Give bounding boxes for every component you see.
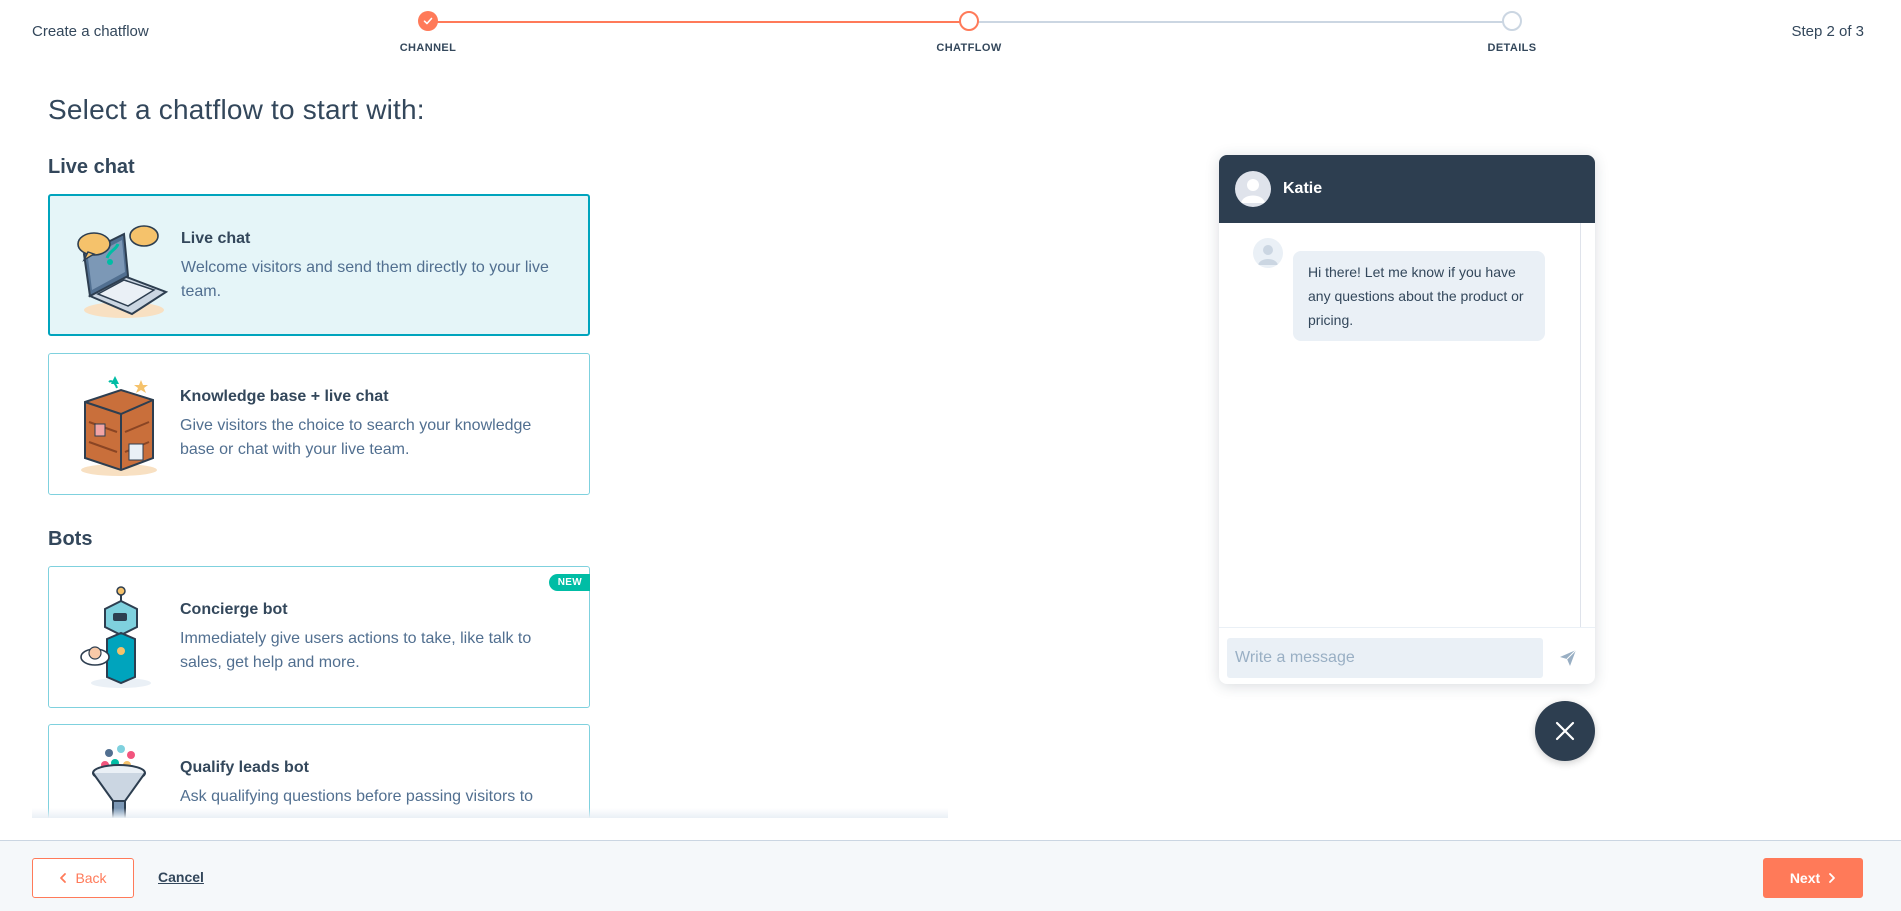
new-badge: NEW: [548, 574, 590, 591]
step-counter: Step 2 of 3: [1791, 23, 1864, 40]
chatflow-card-knowledge-base[interactable]: Knowledge base + live chat Give visitors…: [48, 353, 590, 495]
send-icon[interactable]: [1558, 648, 1578, 668]
chat-messages: Hi there! Let me know if you have any qu…: [1219, 223, 1595, 627]
step-details-pending-icon: [1502, 11, 1522, 31]
back-button-label: Back: [75, 870, 107, 886]
progress-stepper: CHANNEL CHATFLOW DETAILS: [400, 11, 1536, 61]
chat-scrollbar: [1580, 223, 1581, 627]
message-input[interactable]: [1227, 638, 1543, 678]
next-button[interactable]: Next: [1763, 858, 1863, 898]
next-button-label: Next: [1789, 870, 1821, 886]
back-button[interactable]: Back: [32, 858, 134, 898]
card-title: Knowledge base + live chat: [180, 388, 389, 405]
step-label-chatflow: CHATFLOW: [936, 42, 1002, 54]
section-title-live-chat: Live chat: [48, 156, 135, 178]
agent-avatar-icon: [1235, 171, 1271, 207]
chat-header: Katie: [1219, 155, 1595, 223]
stepper-remaining-line: [969, 21, 1512, 23]
step-label-details: DETAILS: [1487, 42, 1537, 54]
chevron-right-icon: [1829, 873, 1836, 883]
page-title: Select a chatflow to start with:: [48, 94, 425, 125]
step-label-channel: CHANNEL: [399, 42, 457, 54]
agent-name: Katie: [1283, 180, 1323, 197]
chatflow-card-concierge-bot[interactable]: NEW Concierge bot Immediately give users…: [48, 566, 590, 708]
chatflow-card-qualify-leads-bot[interactable]: Qualify leads bot Ask qualifying questio…: [48, 724, 590, 818]
laptop-chat-illustration-icon: [72, 214, 172, 320]
close-chat-button[interactable]: [1535, 701, 1595, 761]
robot-illustration-icon: [71, 585, 171, 691]
chat-widget-preview: Katie Hi there! Let me know if you have …: [1219, 155, 1595, 684]
cancel-link[interactable]: Cancel: [158, 869, 204, 885]
card-title: Qualify leads bot: [180, 759, 309, 776]
step-channel-complete-icon: [418, 11, 438, 31]
card-description: Welcome visitors and send them directly …: [181, 259, 549, 300]
section-title-bots: Bots: [48, 528, 93, 550]
wizard-footer: Back Cancel Next: [0, 840, 1901, 911]
welcome-message: Hi there! Let me know if you have any qu…: [1293, 251, 1545, 341]
card-title: Live chat: [181, 230, 251, 247]
chat-composer: [1219, 627, 1595, 684]
bookshelf-illustration-icon: [71, 372, 171, 478]
scroll-fade: [32, 808, 948, 818]
wizard-header: Create a chatflow CHANNEL CHATFLOW DETAI…: [0, 0, 1901, 66]
message-avatar-icon: [1253, 238, 1283, 268]
funnel-illustration-icon: [71, 743, 171, 818]
chatflow-card-live-chat[interactable]: Live chat Welcome visitors and send them…: [48, 194, 590, 336]
close-icon: [1555, 721, 1575, 741]
chatflow-options-list[interactable]: Live chat Live chat Welcome visitors and…: [32, 150, 948, 818]
card-description: Immediately give users actions to take, …: [180, 630, 532, 671]
card-description: Ask qualifying questions before passing …: [180, 788, 534, 805]
wizard-title: Create a chatflow: [32, 23, 149, 40]
card-title: Concierge bot: [180, 601, 288, 618]
stepper-progress-line: [428, 21, 969, 23]
chevron-left-icon: [60, 873, 67, 883]
step-chatflow-active-icon: [959, 11, 979, 31]
card-description: Give visitors the choice to search your …: [180, 417, 532, 458]
